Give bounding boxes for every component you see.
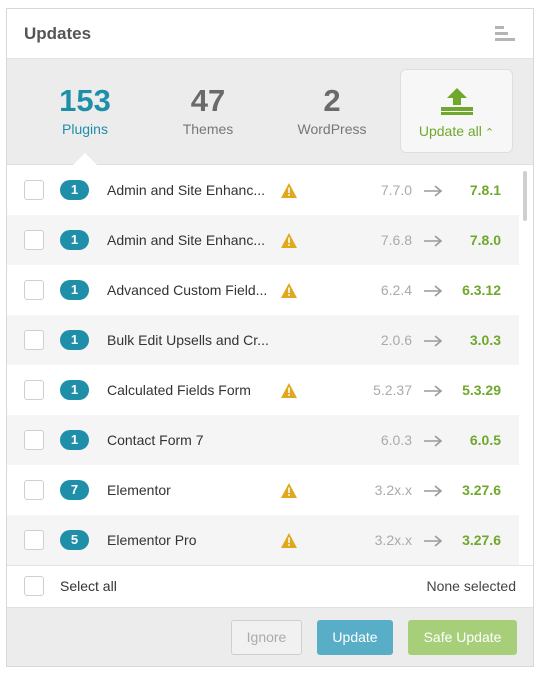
plugin-name[interactable]: Calculated Fields Form (107, 382, 277, 398)
plugin-name[interactable]: Admin and Site Enhanc... (107, 232, 277, 248)
arrow-right-icon (423, 434, 443, 447)
select-all-checkbox[interactable] (24, 576, 44, 596)
select-all-label: Select all (60, 578, 117, 594)
wordpress-label: WordPress (297, 121, 367, 137)
new-version: 7.8.0 (469, 232, 501, 248)
plugin-row[interactable]: 1 Contact Form 7 6.0.3 6.0.5 (7, 415, 519, 465)
update-count-badge: 1 (60, 180, 89, 200)
new-version: 5.3.29 (462, 382, 501, 398)
chevron-up-icon: ⌃ (484, 127, 495, 139)
upload-icon (440, 86, 474, 116)
current-version: 6.0.3 (380, 432, 412, 448)
select-all-row: Select all None selected (7, 565, 533, 607)
panel-header: Updates (7, 9, 533, 59)
themes-count: 47 (190, 83, 226, 118)
update-button[interactable]: Update (317, 620, 393, 655)
new-version: 3.0.3 (469, 332, 501, 348)
arrow-right-icon (423, 184, 443, 197)
warning-icon[interactable] (281, 382, 297, 398)
plugin-name[interactable]: Elementor Pro (107, 532, 277, 548)
plugin-checkbox[interactable] (24, 180, 44, 200)
plugin-checkbox[interactable] (24, 530, 44, 550)
current-version: 6.2.4 (380, 282, 412, 298)
warning-icon[interactable] (281, 232, 297, 248)
plugin-row[interactable]: 7 Elementor 3.2x.x 3.27.6 (7, 465, 519, 515)
selection-status: None selected (426, 578, 516, 594)
update-count-badge: 1 (60, 330, 89, 350)
tab-themes[interactable]: 47 Themes (148, 81, 268, 137)
current-version: 2.0.6 (380, 332, 412, 348)
ignore-button[interactable]: Ignore (231, 620, 302, 655)
plugin-checkbox[interactable] (24, 380, 44, 400)
current-version: 7.7.0 (380, 182, 412, 198)
arrow-right-icon (423, 484, 443, 497)
arrow-right-icon (423, 284, 443, 297)
plugins-label: Plugins (62, 121, 108, 137)
plugin-row[interactable]: 1 Admin and Site Enhanc... 7.6.8 7.8.0 (7, 215, 519, 265)
scrollbar[interactable] (523, 171, 527, 221)
warning-icon[interactable] (281, 282, 297, 298)
plugin-checkbox[interactable] (24, 230, 44, 250)
panel-title: Updates (24, 23, 92, 43)
bars-icon[interactable] (495, 25, 515, 43)
plugin-name[interactable]: Elementor (107, 482, 277, 498)
update-count-badge: 1 (60, 230, 89, 250)
warning-icon[interactable] (281, 532, 297, 548)
tab-wordpress[interactable]: 2 WordPress (272, 81, 392, 137)
update-count-badge: 1 (60, 430, 89, 450)
new-version: 6.3.12 (462, 282, 501, 298)
wordpress-count: 2 (323, 83, 341, 118)
plugin-row[interactable]: 1 Bulk Edit Upsells and Cr... 2.0.6 3.0.3 (7, 315, 519, 365)
plugin-row[interactable]: 5 Elementor Pro 3.2x.x 3.27.6 (7, 515, 519, 565)
update-count-badge: 5 (60, 530, 89, 550)
themes-label: Themes (182, 121, 234, 137)
safe-update-button[interactable]: Safe Update (408, 620, 517, 655)
warning-icon[interactable] (281, 482, 297, 498)
plugins-count: 153 (59, 83, 111, 118)
arrow-right-icon (423, 384, 443, 397)
new-version: 3.27.6 (462, 482, 501, 498)
plugin-checkbox[interactable] (24, 430, 44, 450)
update-count-badge: 1 (60, 380, 89, 400)
plugin-update-list: 1 Admin and Site Enhanc... 7.7.0 7.8.1 1 Admi… (7, 165, 519, 565)
tab-plugins[interactable]: 153 Plugins (25, 81, 145, 137)
arrow-right-icon (423, 334, 443, 347)
arrow-right-icon (423, 234, 443, 247)
current-version: 5.2.37 (373, 382, 412, 398)
update-all-button[interactable]: Update all ⌃ (400, 69, 513, 153)
active-tab-pointer (73, 153, 97, 165)
update-summary: 153 Plugins 47 Themes 2 WordPress Update… (7, 59, 533, 165)
plugin-name[interactable]: Bulk Edit Upsells and Cr... (107, 332, 277, 348)
action-footer: Ignore Update Safe Update (7, 607, 533, 666)
plugin-name[interactable]: Contact Form 7 (107, 432, 277, 448)
current-version: 7.6.8 (380, 232, 412, 248)
plugin-checkbox[interactable] (24, 280, 44, 300)
current-version: 3.2x.x (374, 482, 412, 498)
new-version: 6.0.5 (469, 432, 501, 448)
plugin-name[interactable]: Admin and Site Enhanc... (107, 182, 277, 198)
plugin-name[interactable]: Advanced Custom Field... (107, 282, 277, 298)
update-count-badge: 1 (60, 280, 89, 300)
plugin-checkbox[interactable] (24, 480, 44, 500)
update-all-label: Update all (418, 123, 482, 139)
new-version: 7.8.1 (469, 182, 501, 198)
plugin-row[interactable]: 1 Admin and Site Enhanc... 7.7.0 7.8.1 (7, 165, 519, 215)
current-version: 3.2x.x (374, 532, 412, 548)
arrow-right-icon (423, 534, 443, 547)
new-version: 3.27.6 (462, 532, 501, 548)
updates-panel: Updates 153 Plugins 47 Themes 2 WordPres… (6, 8, 534, 667)
update-count-badge: 7 (60, 480, 89, 500)
plugin-row[interactable]: 1 Calculated Fields Form 5.2.37 5.3.29 (7, 365, 519, 415)
warning-icon[interactable] (281, 182, 297, 198)
plugin-checkbox[interactable] (24, 330, 44, 350)
plugin-row[interactable]: 1 Advanced Custom Field... 6.2.4 6.3.12 (7, 265, 519, 315)
